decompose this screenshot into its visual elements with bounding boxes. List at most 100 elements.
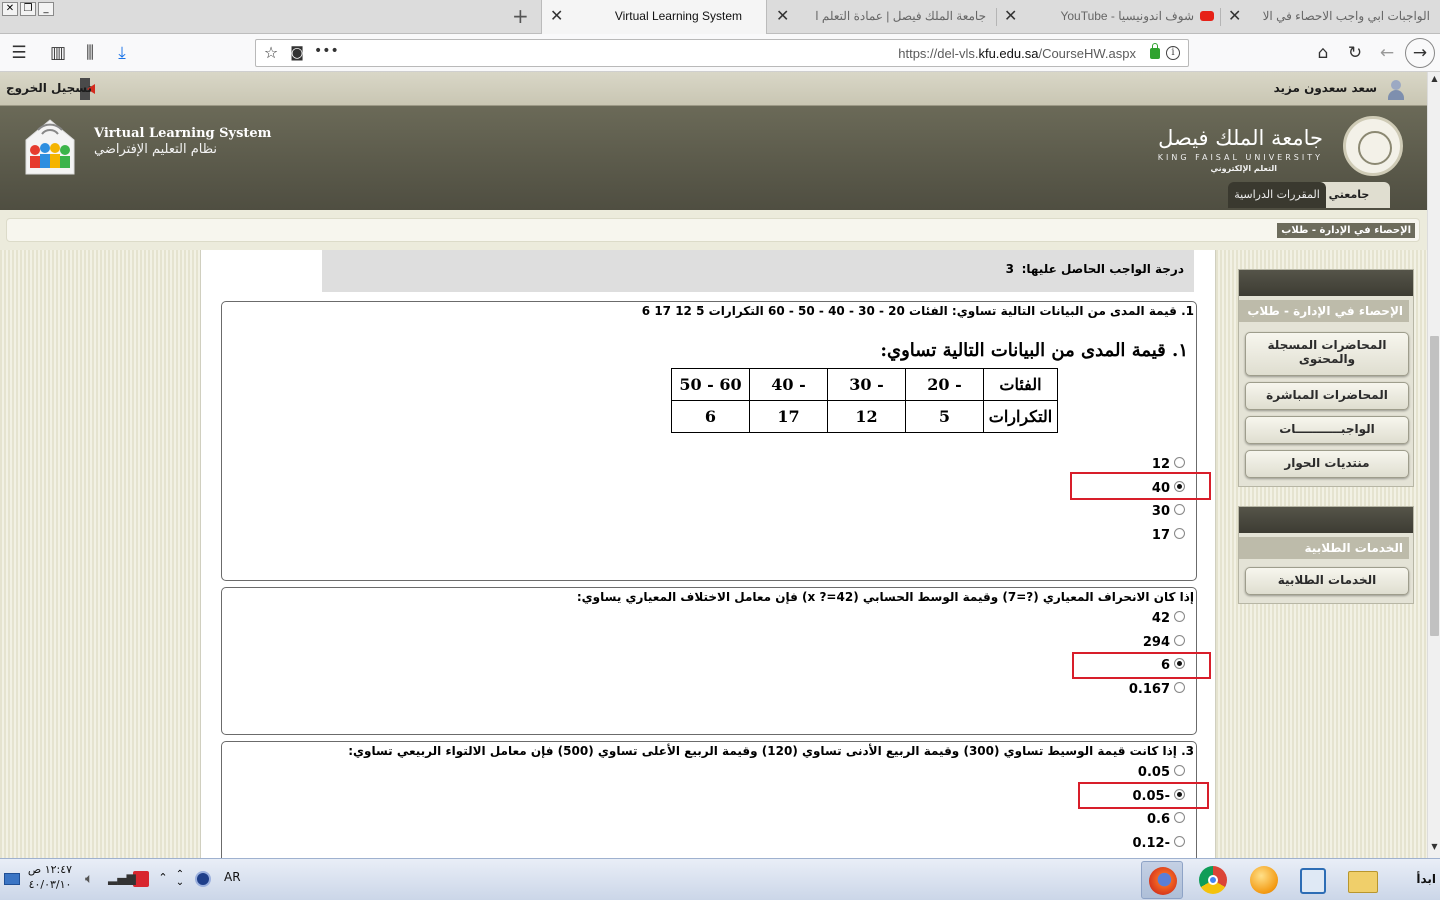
table-cell: 17 — [749, 400, 828, 433]
back-icon[interactable]: ← — [1376, 42, 1398, 64]
answer-option[interactable]: 0.167 — [1068, 681, 1188, 699]
question-3: 3. إذا كانت قيمة الوسيط تساوي (300) وقيم… — [221, 741, 1197, 871]
site-banner: Virtual Learning System نظام التعليم الإ… — [0, 106, 1427, 210]
tab-title: جامعة الملك فيصل | عمادة التعلم الإلكترو — [816, 9, 986, 23]
scroll-up-icon[interactable]: ▲ — [1429, 74, 1440, 86]
university-name-ar: جامعة الملك فيصل — [1158, 126, 1323, 150]
tab-close-icon[interactable]: ✕ — [550, 6, 563, 26]
tab-title: Virtual Learning System — [614, 9, 742, 23]
tray-expand-icon[interactable]: ⌃ ⌄ — [172, 870, 188, 888]
question-text: 3. إذا كانت قيمة الوسيط تساوي (300) وقيم… — [348, 744, 1194, 758]
table-cell: 40 - — [749, 368, 828, 401]
radio-button[interactable] — [1174, 812, 1185, 823]
taskbar-firefox[interactable] — [1141, 861, 1183, 899]
table-cell: 20 - — [905, 368, 984, 401]
network-globe-icon[interactable] — [195, 871, 211, 887]
question-1: 1. قيمة المدى من البيانات التالية تساوي:… — [221, 301, 1197, 581]
radio-button[interactable] — [1174, 528, 1185, 539]
new-tab-button[interactable]: + — [512, 4, 529, 28]
start-button[interactable]: ابدأ — [1400, 865, 1436, 893]
question-text: إذا كان الانحراف المعياري (?=7) وقيمة ال… — [576, 590, 1194, 604]
browser-tab-youtube[interactable]: شوف اندونيسيا - YouTube ✕ — [996, 0, 1220, 34]
signal-icon[interactable]: ▂▄▆ — [108, 871, 136, 887]
radio-button[interactable] — [1174, 765, 1185, 776]
question-text: 1. قيمة المدى من البيانات التالية تساوي:… — [641, 304, 1194, 318]
sidebar-item-forums[interactable]: منتديات الحوار — [1245, 450, 1409, 478]
tab-close-icon[interactable]: ✕ — [776, 6, 789, 26]
tab-close-icon[interactable]: ✕ — [1004, 6, 1017, 26]
answer-option[interactable]: 0.6 — [1068, 811, 1188, 829]
library-icon[interactable]: ⫼ — [79, 42, 101, 64]
answer-option[interactable]: 0.05 — [1068, 764, 1188, 782]
browser-tab-homework-forum[interactable]: الواجبات ابي واجب الاحصاء في الا ✕ — [1220, 0, 1440, 34]
table-cell: 6 — [671, 400, 750, 433]
browser-tab-vls[interactable]: Virtual Learning System ✕ — [541, 0, 767, 34]
frequency-table: 50 - 60 40 - 30 - 20 - الفئات 6 17 12 5 … — [671, 368, 1058, 433]
scroll-down-icon[interactable]: ▼ — [1429, 842, 1440, 854]
reload-icon[interactable]: ↻ — [1344, 42, 1366, 64]
sidebar-item-recorded-lectures[interactable]: المحاضرات المسجلة والمحتوى — [1245, 332, 1409, 376]
taskbar-app-orange[interactable] — [1243, 861, 1285, 899]
answer-option[interactable]: 30 — [1068, 503, 1188, 521]
clock[interactable]: ١٢:٤٧ ص ٤٠/٠٣/١٠ — [22, 862, 78, 892]
pocket-icon[interactable]: ◙ — [286, 42, 308, 64]
question-2: إذا كان الانحراف المعياري (?=7) وقيمة ال… — [221, 587, 1197, 735]
table-cell: 12 — [827, 400, 906, 433]
sidebar-item-live-lectures[interactable]: المحاضرات المباشرة — [1245, 382, 1409, 410]
lock-icon — [1150, 43, 1160, 59]
volume-icon[interactable]: 🔈︎ — [85, 871, 101, 887]
window-minimize-icon[interactable]: _ — [38, 2, 54, 16]
services-panel: الخدمات الطلابية الخدمات الطلابية — [1238, 506, 1414, 604]
radio-button[interactable] — [1174, 635, 1185, 646]
radio-button[interactable] — [1174, 836, 1185, 847]
radio-button[interactable] — [1174, 504, 1185, 515]
browser-tab-strip: ✕ ❐ _ الواجبات ابي واجب الاحصاء في الا ✕… — [0, 0, 1440, 34]
tab-courses[interactable]: المقررات الدراسية — [1228, 182, 1326, 208]
sidebar-item-student-services[interactable]: الخدمات الطلابية — [1245, 567, 1409, 595]
radio-button[interactable] — [1174, 457, 1185, 468]
answer-option[interactable]: 294 — [1068, 634, 1188, 652]
page-actions-icon[interactable]: ••• — [314, 40, 339, 62]
answer-option[interactable]: 0.12- — [1068, 835, 1188, 853]
folder-icon — [1348, 871, 1378, 893]
answer-option[interactable]: 17 — [1068, 527, 1188, 545]
radio-button[interactable] — [1174, 682, 1185, 693]
window-close-icon[interactable]: ✕ — [2, 2, 18, 16]
windows-taskbar: ابدأ AR ⌃ ⌄ ⌃ ▂▄▆ 🔈︎ ١٢:٤٧ ص ٤٠/٠٣/١٠ — [0, 858, 1440, 900]
question-heading: ١. قيمة المدى من البيانات التالية تساوي: — [880, 340, 1188, 361]
app-icon — [1250, 866, 1278, 894]
grade-box: درجة الواجب الحاصل عليها: 3 — [302, 250, 1194, 292]
sidebar-item-assignments[interactable]: الواجبـــــــــــات — [1245, 416, 1409, 444]
browser-tab-kfu-elearning[interactable]: جامعة الملك فيصل | عمادة التعلم الإلكترو… — [768, 0, 996, 34]
scrollbar-thumb[interactable] — [1430, 336, 1439, 636]
download-icon[interactable]: ⤓ — [111, 42, 133, 64]
vertical-scrollbar[interactable]: ▲ ▼ — [1427, 72, 1440, 858]
tab-title: الواجبات ابي واجب الاحصاء في الا — [1262, 9, 1430, 23]
course-menu-title: الإحصاء في الإدارة - طلاب — [1239, 300, 1409, 322]
tray-chevron-icon[interactable]: ⌃ — [155, 871, 171, 887]
answer-option[interactable]: 42 — [1068, 610, 1188, 628]
forward-icon[interactable]: → — [1405, 38, 1435, 68]
vls-logo — [25, 119, 75, 175]
breadcrumb[interactable]: الإحصاء في الإدارة - طلاب — [1277, 223, 1415, 238]
radio-button[interactable] — [1174, 611, 1185, 622]
media-player-icon — [1300, 868, 1326, 894]
home-icon[interactable]: ⌂ — [1312, 42, 1334, 64]
bookmark-star-icon[interactable]: ☆ — [260, 42, 282, 64]
address-bar[interactable]: ☆ ◙ ••• https://del-vls.kfu.edu.sa/Cours… — [255, 39, 1189, 67]
sidebar-toggle-icon[interactable]: ▥ — [47, 42, 69, 64]
user-name: سعد سعدون مزيد — [1273, 81, 1377, 95]
menu-icon[interactable]: ☰ — [8, 42, 30, 64]
table-cell: 50 - 60 — [671, 368, 750, 401]
info-icon[interactable]: i — [1166, 46, 1180, 60]
window-restore-icon[interactable]: ❐ — [20, 2, 36, 16]
language-indicator[interactable]: AR — [224, 870, 241, 884]
taskbar-chrome[interactable] — [1192, 861, 1234, 899]
kfu-seal-logo — [1343, 116, 1403, 176]
taskbar-media-player[interactable] — [1292, 861, 1334, 899]
selected-answer-highlight — [1072, 652, 1211, 679]
show-desktop-icon[interactable] — [4, 873, 20, 885]
taskbar-file-explorer[interactable] — [1342, 861, 1384, 899]
logout-link[interactable]: تسجيل الخروج — [6, 81, 92, 95]
tab-close-icon[interactable]: ✕ — [1228, 6, 1241, 26]
